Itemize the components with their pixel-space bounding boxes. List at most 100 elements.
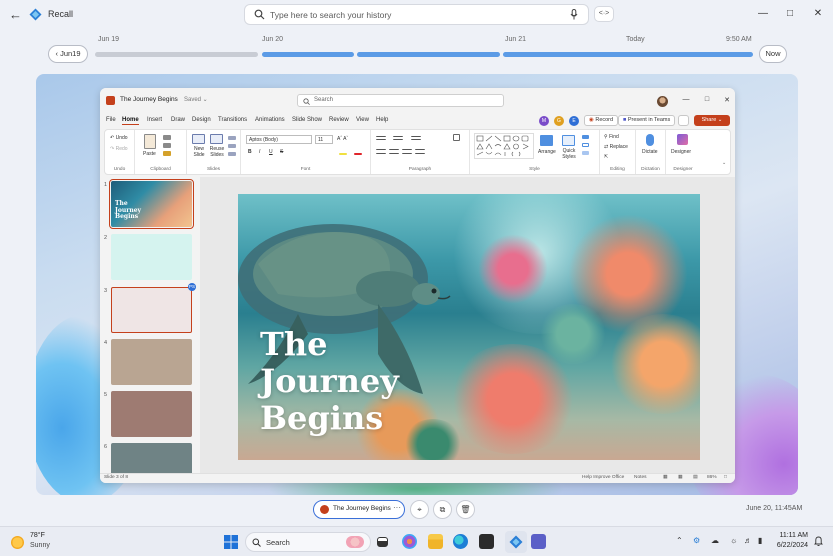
new-slide-icon[interactable] bbox=[192, 134, 205, 144]
normal-view-icon[interactable]: ▦ bbox=[663, 475, 668, 480]
slide-editor[interactable]: The Journey Begins bbox=[200, 177, 735, 473]
slide-sorter-icon[interactable]: ▦ bbox=[678, 475, 683, 480]
slide-thumbnail-5[interactable] bbox=[111, 391, 192, 437]
clock-date[interactable]: 6/22/2024 bbox=[772, 542, 808, 549]
maximize-icon[interactable]: □ bbox=[784, 8, 796, 20]
coauthor-avatar-m[interactable]: M bbox=[539, 116, 549, 126]
volume-icon[interactable]: ♬ bbox=[744, 536, 752, 545]
shape-outline-icon[interactable] bbox=[582, 143, 589, 147]
weather-temperature[interactable]: 78°F bbox=[30, 532, 45, 539]
present-in-teams-button[interactable]: ■ Present in Teams bbox=[618, 115, 676, 126]
dictate-icon[interactable] bbox=[646, 134, 654, 146]
find-button[interactable]: ⚲ Find bbox=[604, 134, 619, 140]
timeline-segment-jun20b[interactable] bbox=[357, 52, 500, 57]
cut-icon[interactable] bbox=[163, 135, 171, 140]
coauthor-avatar-g[interactable]: G bbox=[554, 116, 564, 126]
select-button[interactable]: ⇱ bbox=[604, 154, 608, 160]
menu-help[interactable]: Help bbox=[376, 117, 388, 123]
highlight-icon[interactable] bbox=[339, 153, 347, 155]
more-options-icon[interactable]: ··· bbox=[393, 503, 401, 512]
bullets-icon[interactable] bbox=[376, 136, 386, 140]
menu-design[interactable]: Design bbox=[192, 117, 211, 123]
edge-icon[interactable] bbox=[453, 534, 468, 549]
screenray-button[interactable]: <·> bbox=[594, 6, 614, 22]
layout-icon[interactable] bbox=[228, 136, 236, 140]
chevron-up-icon[interactable]: ⌃ bbox=[676, 536, 683, 545]
store-icon[interactable] bbox=[479, 534, 494, 549]
decrease-indent-icon[interactable] bbox=[411, 136, 421, 140]
timeline-segment-jun20a[interactable] bbox=[262, 52, 354, 57]
timeline-segment-jun21[interactable] bbox=[503, 52, 753, 57]
slide-thumbnail-3[interactable] bbox=[111, 287, 192, 333]
weather-description[interactable]: Sunny bbox=[30, 542, 50, 549]
menu-draw[interactable]: Draw bbox=[171, 117, 185, 123]
numbering-icon[interactable] bbox=[393, 136, 403, 140]
bold-button[interactable]: B bbox=[248, 149, 252, 155]
copilot-icon[interactable] bbox=[402, 534, 417, 549]
shape-fill-icon[interactable] bbox=[582, 135, 589, 139]
fit-to-window-icon[interactable]: □ bbox=[724, 475, 727, 480]
paste-icon[interactable] bbox=[144, 134, 156, 149]
notes-button[interactable]: Notes bbox=[634, 475, 647, 480]
windows-start-icon[interactable] bbox=[224, 535, 238, 549]
align-center-icon[interactable] bbox=[389, 149, 399, 154]
timeline-segment-jun19[interactable] bbox=[95, 52, 258, 57]
taskbar-search[interactable]: Search bbox=[245, 532, 371, 552]
font-size-select[interactable]: 11 bbox=[315, 135, 333, 144]
menu-slide-show[interactable]: Slide Show bbox=[292, 117, 322, 123]
click-to-do-icon[interactable]: ⌖ bbox=[410, 500, 429, 519]
menu-view[interactable]: View bbox=[356, 117, 369, 123]
slide-title[interactable]: The Journey Begins bbox=[260, 326, 399, 437]
current-slide[interactable]: The Journey Begins bbox=[238, 194, 700, 460]
undo-button[interactable]: ↶ Undo bbox=[110, 135, 128, 141]
font-color-icon[interactable] bbox=[354, 153, 362, 155]
wifi-icon[interactable]: ☼ bbox=[730, 536, 737, 545]
powerpoint-window[interactable]: The Journey Begins Saved ⌄ Search — □ ✕ … bbox=[100, 88, 735, 483]
slide-thumbnail-2[interactable] bbox=[111, 234, 192, 280]
coauthor-avatar-e[interactable]: E bbox=[569, 116, 579, 126]
menu-review[interactable]: Review bbox=[329, 117, 349, 123]
back-arrow-icon[interactable]: ← bbox=[9, 8, 23, 22]
sun-icon[interactable] bbox=[11, 536, 24, 549]
onedrive-cloud-icon[interactable]: ☁ bbox=[711, 536, 719, 545]
ppt-search-box[interactable]: Search bbox=[297, 94, 504, 107]
user-avatar[interactable] bbox=[657, 96, 668, 107]
font-name-select[interactable]: Aptos (Body) bbox=[246, 135, 312, 144]
snapshot-app-pill[interactable]: The Journey Begins ··· bbox=[313, 500, 405, 519]
menu-animations[interactable]: Animations bbox=[255, 117, 285, 123]
ppt-minimize-icon[interactable]: — bbox=[682, 96, 690, 103]
align-left-icon[interactable] bbox=[376, 149, 386, 154]
teams-icon[interactable] bbox=[531, 534, 546, 549]
align-right-icon[interactable] bbox=[402, 149, 412, 154]
ribbon-collapse-icon[interactable]: ⌄ bbox=[722, 160, 726, 166]
task-view-icon[interactable] bbox=[377, 537, 388, 547]
ppt-close-icon[interactable]: ✕ bbox=[723, 96, 731, 104]
history-search-input[interactable] bbox=[270, 7, 560, 22]
reuse-slides-icon[interactable] bbox=[210, 134, 223, 144]
shape-effects-icon[interactable] bbox=[582, 151, 589, 155]
jump-back-button[interactable]: ‹ Jun19 bbox=[48, 45, 88, 63]
recall-taskbar-icon[interactable] bbox=[509, 535, 523, 549]
close-icon[interactable]: ✕ bbox=[812, 8, 824, 20]
copy-icon[interactable] bbox=[163, 143, 171, 148]
notification-bell-icon[interactable] bbox=[814, 536, 823, 547]
slide-thumbnail-1[interactable]: The Journey Begins bbox=[109, 179, 194, 229]
justify-icon[interactable] bbox=[415, 149, 425, 154]
now-button[interactable]: Now bbox=[759, 45, 787, 63]
help-improve-office[interactable]: Help Improve Office bbox=[582, 475, 624, 480]
record-button[interactable]: ◉ Record bbox=[584, 115, 619, 126]
italic-button[interactable]: I bbox=[259, 149, 260, 155]
designer-icon[interactable] bbox=[677, 134, 688, 145]
menu-file[interactable]: File bbox=[106, 117, 116, 123]
slide-thumbnail-4[interactable] bbox=[111, 339, 192, 385]
menu-transitions[interactable]: Transitions bbox=[218, 117, 247, 123]
menu-insert[interactable]: Insert bbox=[147, 117, 162, 123]
replace-button[interactable]: ⇄ Replace bbox=[604, 144, 628, 150]
menu-home[interactable]: Home bbox=[122, 117, 139, 125]
copilot-tray-icon[interactable]: ⚙ bbox=[693, 536, 700, 545]
zoom-level[interactable]: 86% bbox=[707, 475, 717, 480]
comments-icon[interactable] bbox=[678, 115, 689, 126]
share-button[interactable]: Share ⌄ bbox=[694, 115, 730, 126]
shapes-gallery[interactable] bbox=[474, 133, 534, 159]
text-direction-icon[interactable] bbox=[453, 134, 460, 141]
